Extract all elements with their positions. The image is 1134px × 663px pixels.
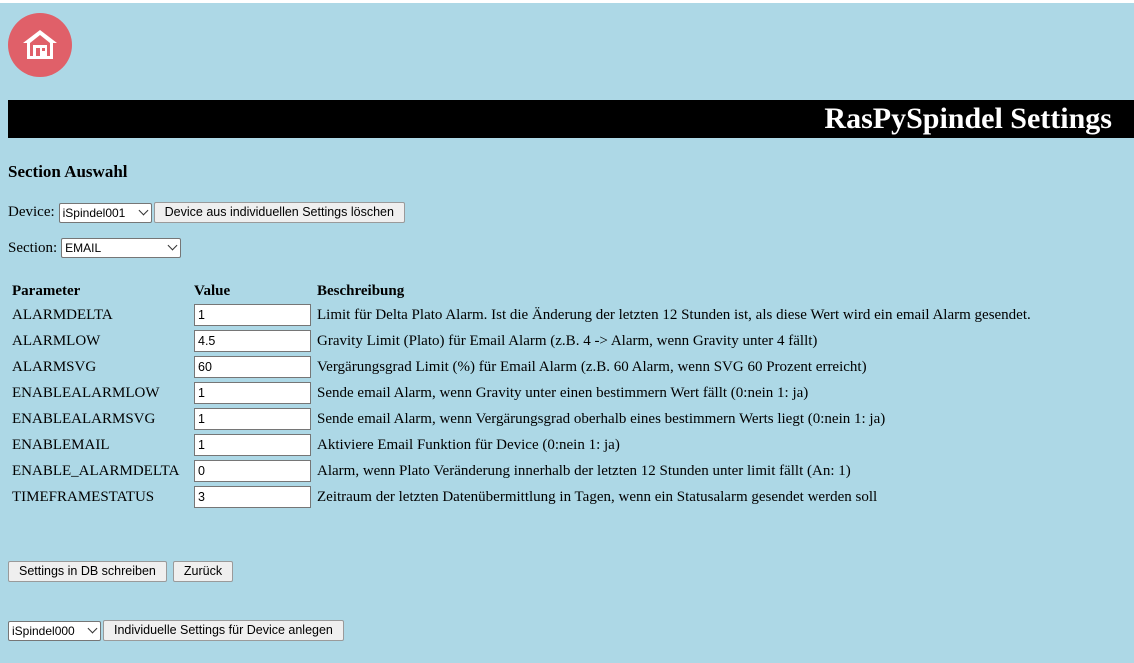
- device-select-value: iSpindel001: [62, 205, 126, 220]
- parameter-description: Alarm, wenn Plato Veränderung innerhalb …: [317, 462, 851, 479]
- device-label: Device:: [8, 204, 55, 220]
- parameter-description: Sende email Alarm, wenn Gravity unter ei…: [317, 384, 809, 401]
- parameter-description: Limit für Delta Plato Alarm. Ist die Änd…: [317, 306, 1031, 323]
- table-header-row: Parameter Value Beschreibung: [11, 281, 1032, 301]
- parameter-description: Sende email Alarm, wenn Vergärungsgrad o…: [317, 410, 886, 427]
- value-input[interactable]: 1: [194, 304, 311, 326]
- parameter-name: ENABLEALARMSVG: [12, 410, 156, 427]
- table-row: ALARMSVG 60 Vergärungsgrad Limit (%) für…: [11, 355, 1032, 379]
- table-row: ALARMDELTA 1 Limit für Delta Plato Alarm…: [11, 303, 1032, 327]
- actions-row: Settings in DB schreiben Zurück: [8, 561, 234, 582]
- new-device-select-value: iSpindel000: [12, 623, 75, 638]
- column-header-value: Value: [194, 282, 231, 299]
- value-input[interactable]: 1: [194, 434, 311, 456]
- page-title: RasPySpindel Settings: [824, 102, 1112, 135]
- parameter-description: Gravity Limit (Plato) für Email Alarm (z…: [317, 332, 818, 349]
- chevron-down-icon: [167, 240, 178, 251]
- parameters-table: Parameter Value Beschreibung ALARMDELTA …: [8, 279, 1035, 511]
- table-row: ALARMLOW 4.5 Gravity Limit (Plato) für E…: [11, 329, 1032, 353]
- parameter-name: ALARMDELTA: [12, 306, 113, 323]
- parameter-name: TIMEFRAMESTATUS: [12, 488, 155, 505]
- value-input[interactable]: 3: [194, 486, 311, 508]
- new-device-select[interactable]: iSpindel000: [8, 620, 101, 641]
- value-input[interactable]: 4.5: [194, 330, 311, 352]
- parameter-name: ENABLEMAIL: [12, 436, 110, 453]
- create-settings-button[interactable]: Individuelle Settings für Device anlegen: [103, 620, 344, 641]
- settings-page: RasPySpindel Settings Section Auswahl De…: [0, 0, 1134, 663]
- parameter-name: ENABLEALARMLOW: [12, 384, 160, 401]
- delete-device-button[interactable]: Device aus individuellen Settings lösche…: [153, 202, 405, 223]
- parameter-name: ALARMSVG: [12, 358, 97, 375]
- value-input[interactable]: 1: [194, 382, 311, 404]
- parameter-name: ALARMLOW: [12, 332, 101, 349]
- parameter-description: Vergärungsgrad Limit (%) für Email Alarm…: [317, 358, 867, 375]
- section-select-value: EMAIL: [65, 241, 102, 255]
- section-select[interactable]: EMAIL: [61, 238, 182, 258]
- device-row: Device: iSpindel001 Device aus individue…: [8, 202, 405, 223]
- section-label: Section:: [8, 239, 58, 256]
- create-settings-row: iSpindel000 Individuelle Settings für De…: [8, 620, 344, 641]
- table-row: ENABLEALARMSVG 1 Sende email Alarm, wenn…: [11, 407, 1032, 431]
- parameter-name: ENABLE_ALARMDELTA: [12, 462, 180, 479]
- page-title-bar: RasPySpindel Settings: [8, 100, 1134, 138]
- back-button[interactable]: Zurück: [172, 561, 234, 582]
- parameter-description: Aktiviere Email Funktion für Device (0:n…: [317, 436, 620, 453]
- column-header-description: Beschreibung: [317, 282, 405, 299]
- value-input[interactable]: 0: [194, 460, 311, 482]
- chevron-down-icon: [87, 623, 98, 633]
- save-settings-button[interactable]: Settings in DB schreiben: [8, 561, 167, 582]
- device-select[interactable]: iSpindel001: [58, 202, 152, 223]
- table-row: ENABLE_ALARMDELTA 0 Alarm, wenn Plato Ve…: [11, 459, 1032, 483]
- value-input[interactable]: 60: [194, 356, 311, 378]
- section-heading: Section Auswahl: [8, 162, 128, 181]
- section-row: Section: EMAIL: [8, 238, 182, 258]
- column-header-parameter: Parameter: [12, 282, 81, 299]
- table-row: ENABLEALARMLOW 1 Sende email Alarm, wenn…: [11, 381, 1032, 405]
- home-button[interactable]: [8, 13, 72, 77]
- table-row: ENABLEMAIL 1 Aktiviere Email Funktion fü…: [11, 433, 1032, 457]
- parameter-description: Zeitraum der letzten Datenübermittlung i…: [317, 488, 878, 505]
- chevron-down-icon: [138, 205, 149, 215]
- value-input[interactable]: 1: [194, 408, 311, 430]
- table-row: TIMEFRAMESTATUS 3 Zeitraum der letzten D…: [11, 485, 1032, 509]
